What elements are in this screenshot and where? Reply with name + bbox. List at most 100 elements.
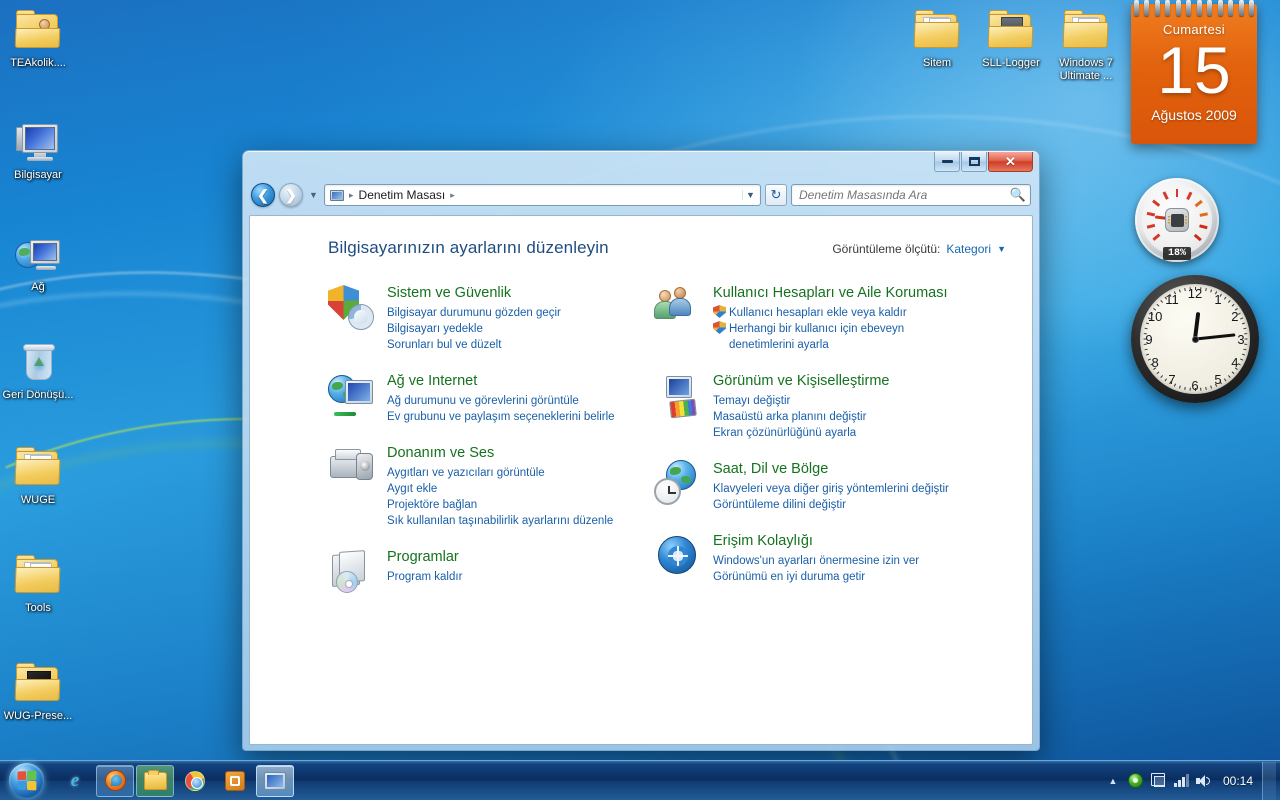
chevron-down-icon[interactable]: ▼	[997, 244, 1006, 254]
window-controls: ✕	[934, 152, 1033, 172]
address-bar[interactable]: ▸ Denetim Masası ▸ ▼	[324, 184, 761, 206]
view-by-value[interactable]: Kategori	[946, 242, 991, 256]
desktop-icon-windows7-ultimate[interactable]: Windows 7 Ultimate ...	[1048, 6, 1124, 83]
category-title[interactable]: Programlar	[387, 548, 462, 567]
category-title[interactable]: Ağ ve Internet	[387, 372, 615, 391]
desktop-icon-sitem[interactable]: Sitem	[899, 6, 975, 70]
search-icon[interactable]: 🔍	[1010, 187, 1026, 203]
taskbar-clock[interactable]: 00:14	[1216, 774, 1262, 788]
breadcrumb-item-control-panel[interactable]: Denetim Masası	[356, 186, 449, 204]
category-link[interactable]: Görüntüleme dilini değiştir	[713, 497, 949, 513]
search-box[interactable]: 🔍	[791, 184, 1031, 206]
category-title[interactable]: Saat, Dil ve Bölge	[713, 460, 949, 479]
category-system-and-security: Sistem ve Güvenlik Bilgisayar durumunu g…	[328, 284, 644, 353]
folder-explorer-icon	[143, 769, 167, 790]
taskbar-button-firefox[interactable]	[96, 764, 134, 797]
desktop-icon-teakolik[interactable]: TEAkolik....	[0, 6, 76, 70]
taskbar-button-windows-explorer[interactable]	[136, 764, 174, 797]
forward-button[interactable]: ❯	[279, 183, 303, 207]
uac-shield-icon	[713, 305, 726, 318]
category-column-left: Sistem ve Güvenlik Bilgisayar durumunu g…	[328, 284, 644, 613]
folder-dark-icon	[987, 6, 1035, 54]
category-link[interactable]: Görünümü en iyi duruma getir	[713, 569, 919, 585]
clock-minute-tick	[1227, 300, 1231, 303]
firefox-icon	[104, 770, 126, 791]
desktop-icon-wug-presentation[interactable]: WUG-Prese...	[0, 659, 76, 723]
category-link[interactable]: Sık kullanılan taşınabilirlik ayarlarını…	[387, 513, 613, 529]
category-link[interactable]: Aygıtları ve yazıcıları görüntüle	[387, 465, 613, 481]
search-input[interactable]	[799, 188, 1010, 202]
folder-icon	[14, 443, 62, 491]
control-panel-window[interactable]: ✕ ❮ ❯ ▼ ▸ Denetim Masası ▸ ▼ ↻ 🔍	[242, 150, 1040, 751]
desktop-icon-ag[interactable]: Ağ	[0, 230, 76, 294]
category-link[interactable]: Masaüstü arka planını değiştir	[713, 409, 889, 425]
category-title[interactable]: Sistem ve Güvenlik	[387, 284, 561, 303]
flag-icon[interactable]	[1147, 768, 1170, 794]
category-title[interactable]: Kullanıcı Hesapları ve Aile Koruması	[713, 284, 948, 303]
clock-gadget[interactable]: 1 2 3 4 5 6 7 8 9 10 11 12	[1131, 275, 1259, 403]
refresh-button[interactable]: ↻	[765, 184, 787, 206]
desktop-icon-wuge[interactable]: WUGE	[0, 443, 76, 507]
taskbar[interactable]: e ▲ 00:14	[0, 760, 1280, 800]
clock-minute-tick	[1204, 386, 1207, 390]
breadcrumb-separator[interactable]: ▸	[448, 190, 457, 201]
category-link[interactable]: Herhangi bir kullanıcı için ebeveyn dene…	[713, 321, 948, 353]
windows-logo-icon	[8, 763, 44, 798]
desktop-icon-sll-logger[interactable]: SLL-Logger	[973, 6, 1049, 70]
taskbar-button-control-panel[interactable]	[256, 764, 294, 797]
taskbar-button-internet-explorer[interactable]: e	[56, 765, 94, 797]
category-title[interactable]: Görünüm ve Kişiselleştirme	[713, 372, 889, 391]
action-center-icon[interactable]	[1124, 768, 1147, 794]
calendar-gadget[interactable]: Cumartesi 15 Ağustos 2009	[1131, 4, 1257, 144]
category-link[interactable]: Sorunları bul ve düzelt	[387, 337, 561, 353]
uac-shield-icon	[713, 321, 726, 334]
clock-minute-hand	[1194, 333, 1235, 341]
taskbar-button-virtual-machine[interactable]	[216, 765, 254, 797]
meter-tick	[1216, 174, 1223, 183]
category-links: Klavyeleri veya diğer giriş yöntemlerini…	[713, 481, 949, 513]
show-desktop-button[interactable]	[1262, 761, 1276, 800]
category-link[interactable]: Klavyeleri veya diğer giriş yöntemlerini…	[713, 481, 949, 497]
network-signal-icon[interactable]	[1170, 768, 1193, 794]
category-link[interactable]: Bilgisayar durumunu gözden geçir	[387, 305, 561, 321]
desktop-icon-label: Bilgisayar	[14, 169, 62, 181]
recent-pages-chevron-down-icon[interactable]: ▼	[307, 190, 320, 200]
category-link[interactable]: Ağ durumunu ve görevlerini görüntüle	[387, 393, 615, 409]
volume-icon[interactable]	[1193, 768, 1216, 794]
meter-tick	[1235, 192, 1244, 197]
maximize-button[interactable]	[961, 152, 987, 172]
category-link[interactable]: Temayı değiştir	[713, 393, 889, 409]
category-link[interactable]: Kullanıcı hesapları ekle veya kaldır	[713, 305, 948, 321]
category-link[interactable]: Windows'un ayarları önermesine izin ver	[713, 553, 919, 569]
category-title[interactable]: Donanım ve Ses	[387, 444, 613, 463]
category-link[interactable]: Aygıt ekle	[387, 481, 613, 497]
category-links: Aygıtları ve yazıcıları görüntüle Aygıt …	[387, 465, 613, 529]
address-chevron-down-icon[interactable]: ▼	[742, 190, 758, 200]
desktop-icon-label: Windows 7 Ultimate ...	[1059, 57, 1113, 82]
window-titlebar[interactable]: ✕	[249, 151, 1033, 180]
clock-minute-tick	[1183, 288, 1186, 292]
meter-tick	[1235, 186, 1244, 191]
cpu-meter-gadget[interactable]: 48% 18%	[1135, 162, 1255, 267]
desktop-icon-label: SLL-Logger	[982, 57, 1040, 69]
network-icon	[14, 230, 62, 278]
category-link[interactable]: Bilgisayarı yedekle	[387, 321, 561, 337]
taskbar-button-browser[interactable]	[176, 765, 214, 797]
category-link[interactable]: Projektöre bağlan	[387, 497, 613, 513]
show-hidden-icons-chevron-up-icon[interactable]: ▲	[1102, 776, 1124, 786]
folder-icon	[14, 551, 62, 599]
back-button[interactable]: ❮	[251, 183, 275, 207]
category-link[interactable]: Ev grubunu ve paylaşım seçeneklerini bel…	[387, 409, 615, 425]
desktop-icon-bilgisayar[interactable]: Bilgisayar	[0, 118, 76, 182]
category-link[interactable]: Ekran çözünürlüğünü ayarla	[713, 425, 889, 441]
clock-minute-tick	[1242, 348, 1246, 351]
minimize-button[interactable]	[934, 152, 960, 172]
start-button[interactable]	[2, 762, 50, 800]
desktop[interactable]: TEAkolik.... Bilgisayar Ağ Geri Dönüşü..…	[0, 0, 1280, 800]
category-grid: Sistem ve Güvenlik Bilgisayar durumunu g…	[328, 284, 1006, 613]
category-link[interactable]: Program kaldır	[387, 569, 462, 585]
desktop-icon-recycle-bin[interactable]: Geri Dönüşü...	[0, 338, 76, 402]
category-title[interactable]: Erişim Kolaylığı	[713, 532, 919, 551]
close-button[interactable]: ✕	[988, 152, 1033, 172]
desktop-icon-tools[interactable]: Tools	[0, 551, 76, 615]
